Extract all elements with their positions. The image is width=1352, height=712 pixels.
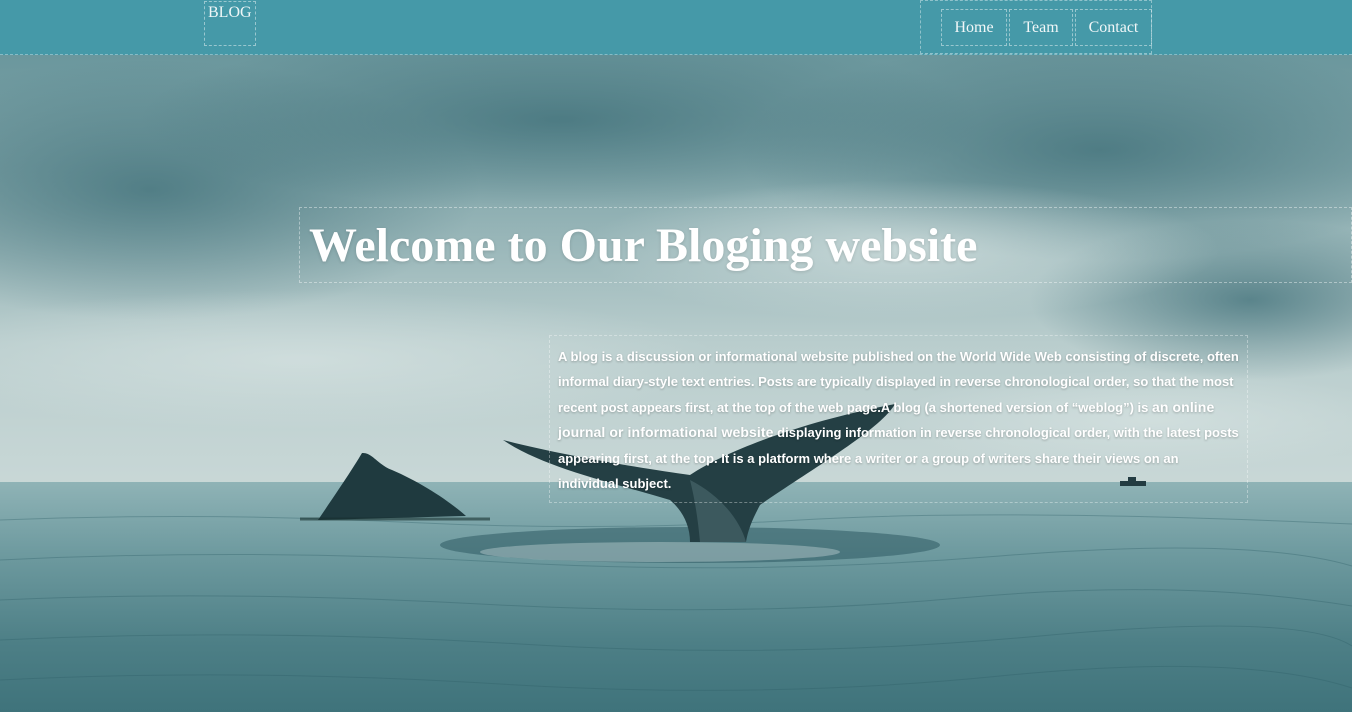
nav-link-contact[interactable]: Contact (1075, 9, 1152, 46)
header-bar: BLOG Home Team Contact (0, 0, 1352, 55)
site-logo[interactable]: BLOG (204, 1, 256, 46)
page-title: Welcome to Our Bloging website (309, 219, 978, 272)
nav-link-home[interactable]: Home (941, 9, 1007, 46)
hero-title-container: Welcome to Our Bloging website (299, 207, 1352, 283)
hero-description-container: A blog is a discussion or informational … (549, 335, 1248, 503)
main-nav: Home Team Contact (920, 0, 1152, 54)
nav-link-team[interactable]: Team (1009, 9, 1073, 46)
description-text-start: A blog is a discussion or informational … (558, 349, 1239, 415)
hero-description: A blog is a discussion or informational … (558, 344, 1242, 496)
